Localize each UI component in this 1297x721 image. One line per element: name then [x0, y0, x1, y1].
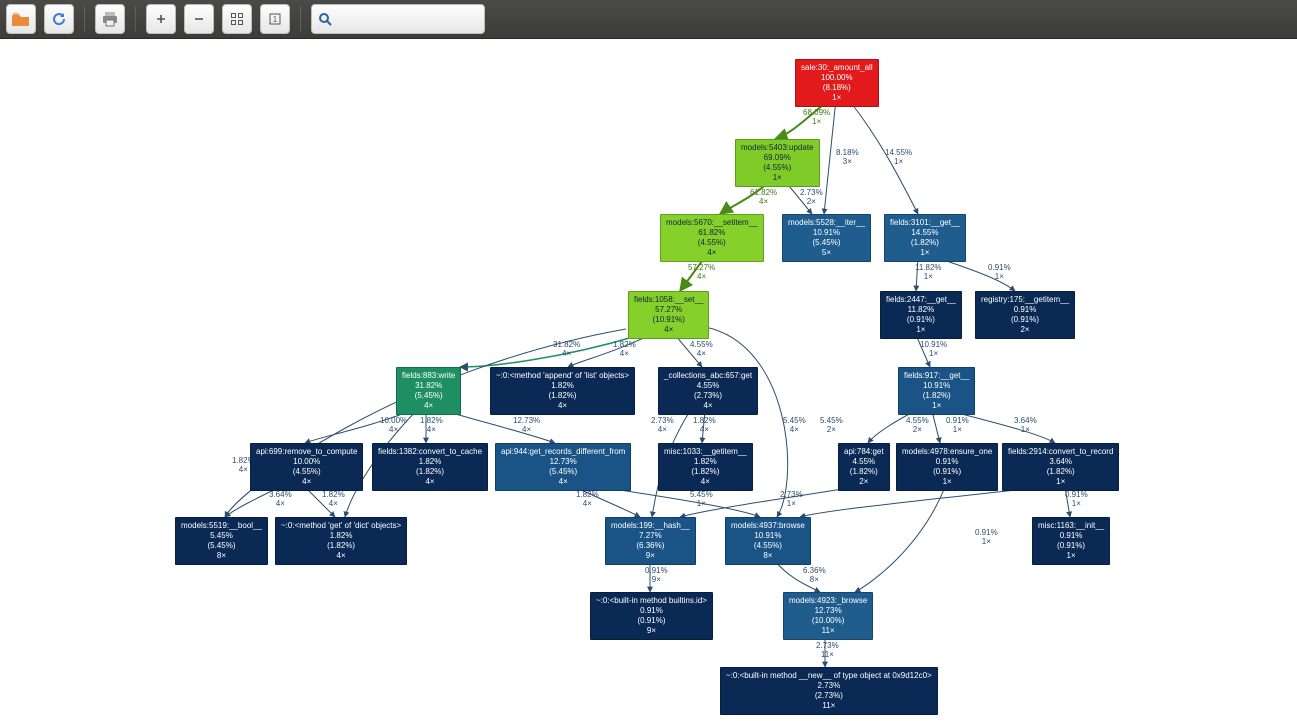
node-browse[interactable]: models:4937:browse10.91%(4.55%)8× — [725, 517, 811, 565]
edge-label: 0.91%1× — [946, 417, 969, 435]
node-dict-get[interactable]: ~:0:<method 'get' of 'dict' objects>1.82… — [275, 517, 407, 565]
edge-label: 3.64%1× — [1014, 417, 1037, 435]
zoom-reset-button[interactable]: 1 — [260, 4, 290, 34]
separator — [84, 6, 85, 32]
node-builtin-id[interactable]: ~:0:<built-in method builtins.id>0.91%(0… — [590, 592, 713, 640]
edge-label: 2.73%11× — [816, 642, 839, 660]
edge-label: 5.45%4× — [783, 417, 806, 435]
edge-label: 12.73%4× — [513, 417, 540, 435]
edge-label: 1.82%4× — [322, 491, 345, 509]
toolbar: 1 — [0, 0, 1297, 39]
node-root[interactable]: sale:30:_amount_all100.00%(8.18%)1× — [795, 59, 879, 107]
node-setitem[interactable]: models:5670:__setitem__61.82%(4.55%)4× — [660, 214, 764, 262]
edge-label: 5.45%2× — [820, 417, 843, 435]
edge-label: 2.73%1× — [780, 491, 803, 509]
node-write[interactable]: fields:883:write31.82%(5.45%)4× — [396, 367, 461, 415]
edge-label: 0.91%9× — [645, 567, 668, 585]
edge-label: 0.91%1× — [1065, 491, 1088, 509]
edge-label: 4.55%4× — [690, 341, 713, 359]
edge-label: 10.91%1× — [920, 341, 947, 359]
edge-label: 4.55%2× — [906, 417, 929, 435]
print-button[interactable] — [95, 4, 125, 34]
print-icon — [102, 11, 118, 27]
node-api-get[interactable]: api:784:get4.55%(1.82%)2× — [838, 443, 890, 491]
node-get917[interactable]: fields:917:__get__10.91%(1.82%)1× — [898, 367, 975, 415]
node-misc-getitem[interactable]: misc:1033:__getitem__1.82%(1.82%)4× — [658, 443, 753, 491]
edge-label: 1.82%4× — [693, 417, 716, 435]
edge-label: 11.82%1× — [915, 264, 942, 282]
node-update[interactable]: models:5403:update69.09%(4.55%)1× — [735, 139, 820, 187]
edge-label: 8.18%3× — [836, 149, 859, 167]
edge-label: 68.09%1× — [803, 109, 830, 127]
edge-label: 57.27%4× — [688, 264, 715, 282]
search-box[interactable] — [311, 4, 485, 34]
node-abc-get[interactable]: _collections_abc:657:get4.55%(2.73%)4× — [658, 367, 758, 415]
node-misc-init[interactable]: misc:1163:__init__0.91%(0.91%)1× — [1032, 517, 1110, 565]
edge-label: 2.73%2× — [800, 189, 823, 207]
edge-label: 1.82%4× — [420, 417, 443, 435]
node-registry[interactable]: registry:175:__getitem__0.91%(0.91%)2× — [975, 291, 1075, 339]
node-append[interactable]: ~:0:<method 'append' of 'list' objects>1… — [490, 367, 635, 415]
separator — [135, 6, 136, 32]
zoom-in-icon — [154, 12, 168, 26]
open-file-button[interactable] — [6, 4, 36, 34]
edge-label: 5.45%1× — [690, 491, 713, 509]
edge-label: 2.73%4× — [651, 417, 674, 435]
edge-label: 6.36%8× — [803, 567, 826, 585]
node-get2447[interactable]: fields:2447:__get__11.82%(0.91%)1× — [880, 291, 962, 339]
node-hash[interactable]: models:199:__hash__7.27%(6.36%)9× — [605, 517, 696, 565]
edge-label: 3.64%4× — [269, 491, 292, 509]
zoom-in-button[interactable] — [146, 4, 176, 34]
edge-label: 1.82%4× — [613, 341, 636, 359]
edge-label: 14.55%1× — [885, 149, 912, 167]
zoom-out-icon — [192, 12, 206, 26]
refresh-icon — [51, 11, 67, 27]
node-convert-cache[interactable]: fields:1382:convert_to_cache1.82%(1.82%)… — [372, 443, 488, 491]
node-get-records[interactable]: api:944:get_records_different_from12.73%… — [495, 443, 631, 491]
search-icon — [318, 12, 332, 26]
zoom-reset-icon: 1 — [268, 12, 282, 26]
open-file-icon — [12, 11, 30, 27]
node-ensure-one[interactable]: models:4978:ensure_one0.91%(0.91%)1× — [896, 443, 998, 491]
node-iter[interactable]: models:5528:__iter__10.91%(5.45%)5× — [782, 214, 871, 262]
edge-label: 0.91%1× — [988, 264, 1011, 282]
node-private-browse[interactable]: models:4923:_browse12.73%(10.00%)11× — [783, 592, 873, 640]
zoom-fit-icon — [230, 12, 244, 26]
node-set[interactable]: fields:1058:__set__57.27%(10.91%)4× — [628, 291, 709, 339]
edge-label: 61.82%4× — [750, 189, 777, 207]
zoom-fit-button[interactable] — [222, 4, 252, 34]
edge-label: 0.91%1× — [975, 529, 998, 547]
separator — [300, 6, 301, 32]
node-get3101[interactable]: fields:3101:__get__14.55%(1.82%)1× — [884, 214, 966, 262]
node-convert-record[interactable]: fields:2914:convert_to_record3.64%(1.82%… — [1002, 443, 1119, 491]
edge-label: 10.00%4× — [380, 417, 407, 435]
edge-label: 31.82%4× — [553, 341, 580, 359]
search-input[interactable] — [338, 6, 497, 32]
call-graph[interactable]: 68.09%1× 8.18%3× 14.55%1× 61.82%4× 2.73%… — [0, 39, 1297, 721]
zoom-out-button[interactable] — [184, 4, 214, 34]
edge-label: 1.82%4× — [576, 491, 599, 509]
node-bool[interactable]: models:5519:__bool__5.45%(5.45%)8× — [175, 517, 268, 565]
node-new[interactable]: ~:0:<built-in method __new__ of type obj… — [720, 667, 938, 715]
node-remove-to-compute[interactable]: api:699:remove_to_compute10.00%(4.55%)4× — [250, 443, 363, 491]
refresh-button[interactable] — [44, 4, 74, 34]
svg-text:1: 1 — [273, 15, 278, 24]
